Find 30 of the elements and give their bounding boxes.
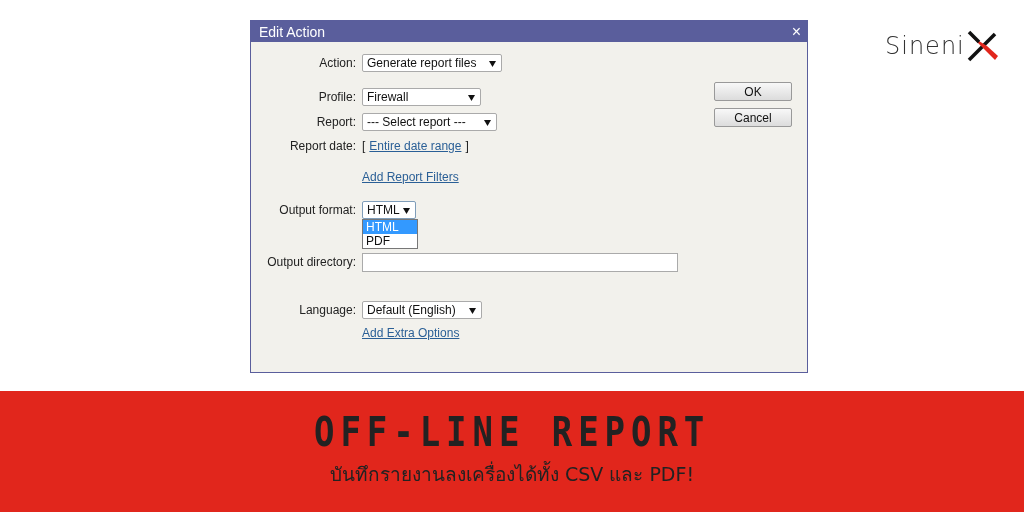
caret-icon — [468, 93, 475, 101]
link[interactable]: Add Extra Options — [362, 326, 460, 340]
bracket-text: ] — [465, 139, 469, 153]
field-label: Report: — [316, 115, 356, 129]
dropdown[interactable]: HTML — [362, 201, 416, 219]
logo-text: Sineni — [885, 32, 965, 60]
link[interactable]: Add Report Filters — [362, 170, 459, 184]
dropdown[interactable]: Firewall — [362, 88, 481, 106]
field-label: Language: — [299, 303, 356, 317]
cancel-button[interactable]: Cancel — [714, 108, 792, 127]
caret-icon — [403, 206, 410, 214]
close-button[interactable]: × — [791, 23, 801, 40]
field-label: Report date: — [289, 139, 356, 153]
dropdown[interactable]: Default (English) — [362, 301, 482, 319]
ok-button[interactable]: OK — [714, 82, 792, 101]
date-range-link[interactable]: Entire date range — [369, 139, 462, 153]
banner-subtitle: บันทึกรายงานลงเครื่องได้ทั้ง CSV และ PDF! — [329, 460, 695, 487]
caret-icon — [469, 306, 476, 314]
input-field[interactable] — [362, 252, 678, 272]
window-title: Edit Action — [259, 23, 326, 40]
field-label: Output directory: — [267, 255, 356, 269]
bracket-text: [ — [362, 139, 366, 153]
field-label: Output format: — [279, 203, 356, 217]
caret-icon — [489, 59, 496, 67]
caret-icon — [484, 118, 491, 126]
dropdown[interactable]: Generate report files — [362, 54, 502, 72]
banner-title: OFF-LINE REPORT — [313, 409, 711, 455]
dropdown[interactable]: --- Select report --- — [362, 113, 497, 131]
field-label: Profile: — [318, 90, 356, 104]
field-label: Action: — [319, 56, 356, 70]
